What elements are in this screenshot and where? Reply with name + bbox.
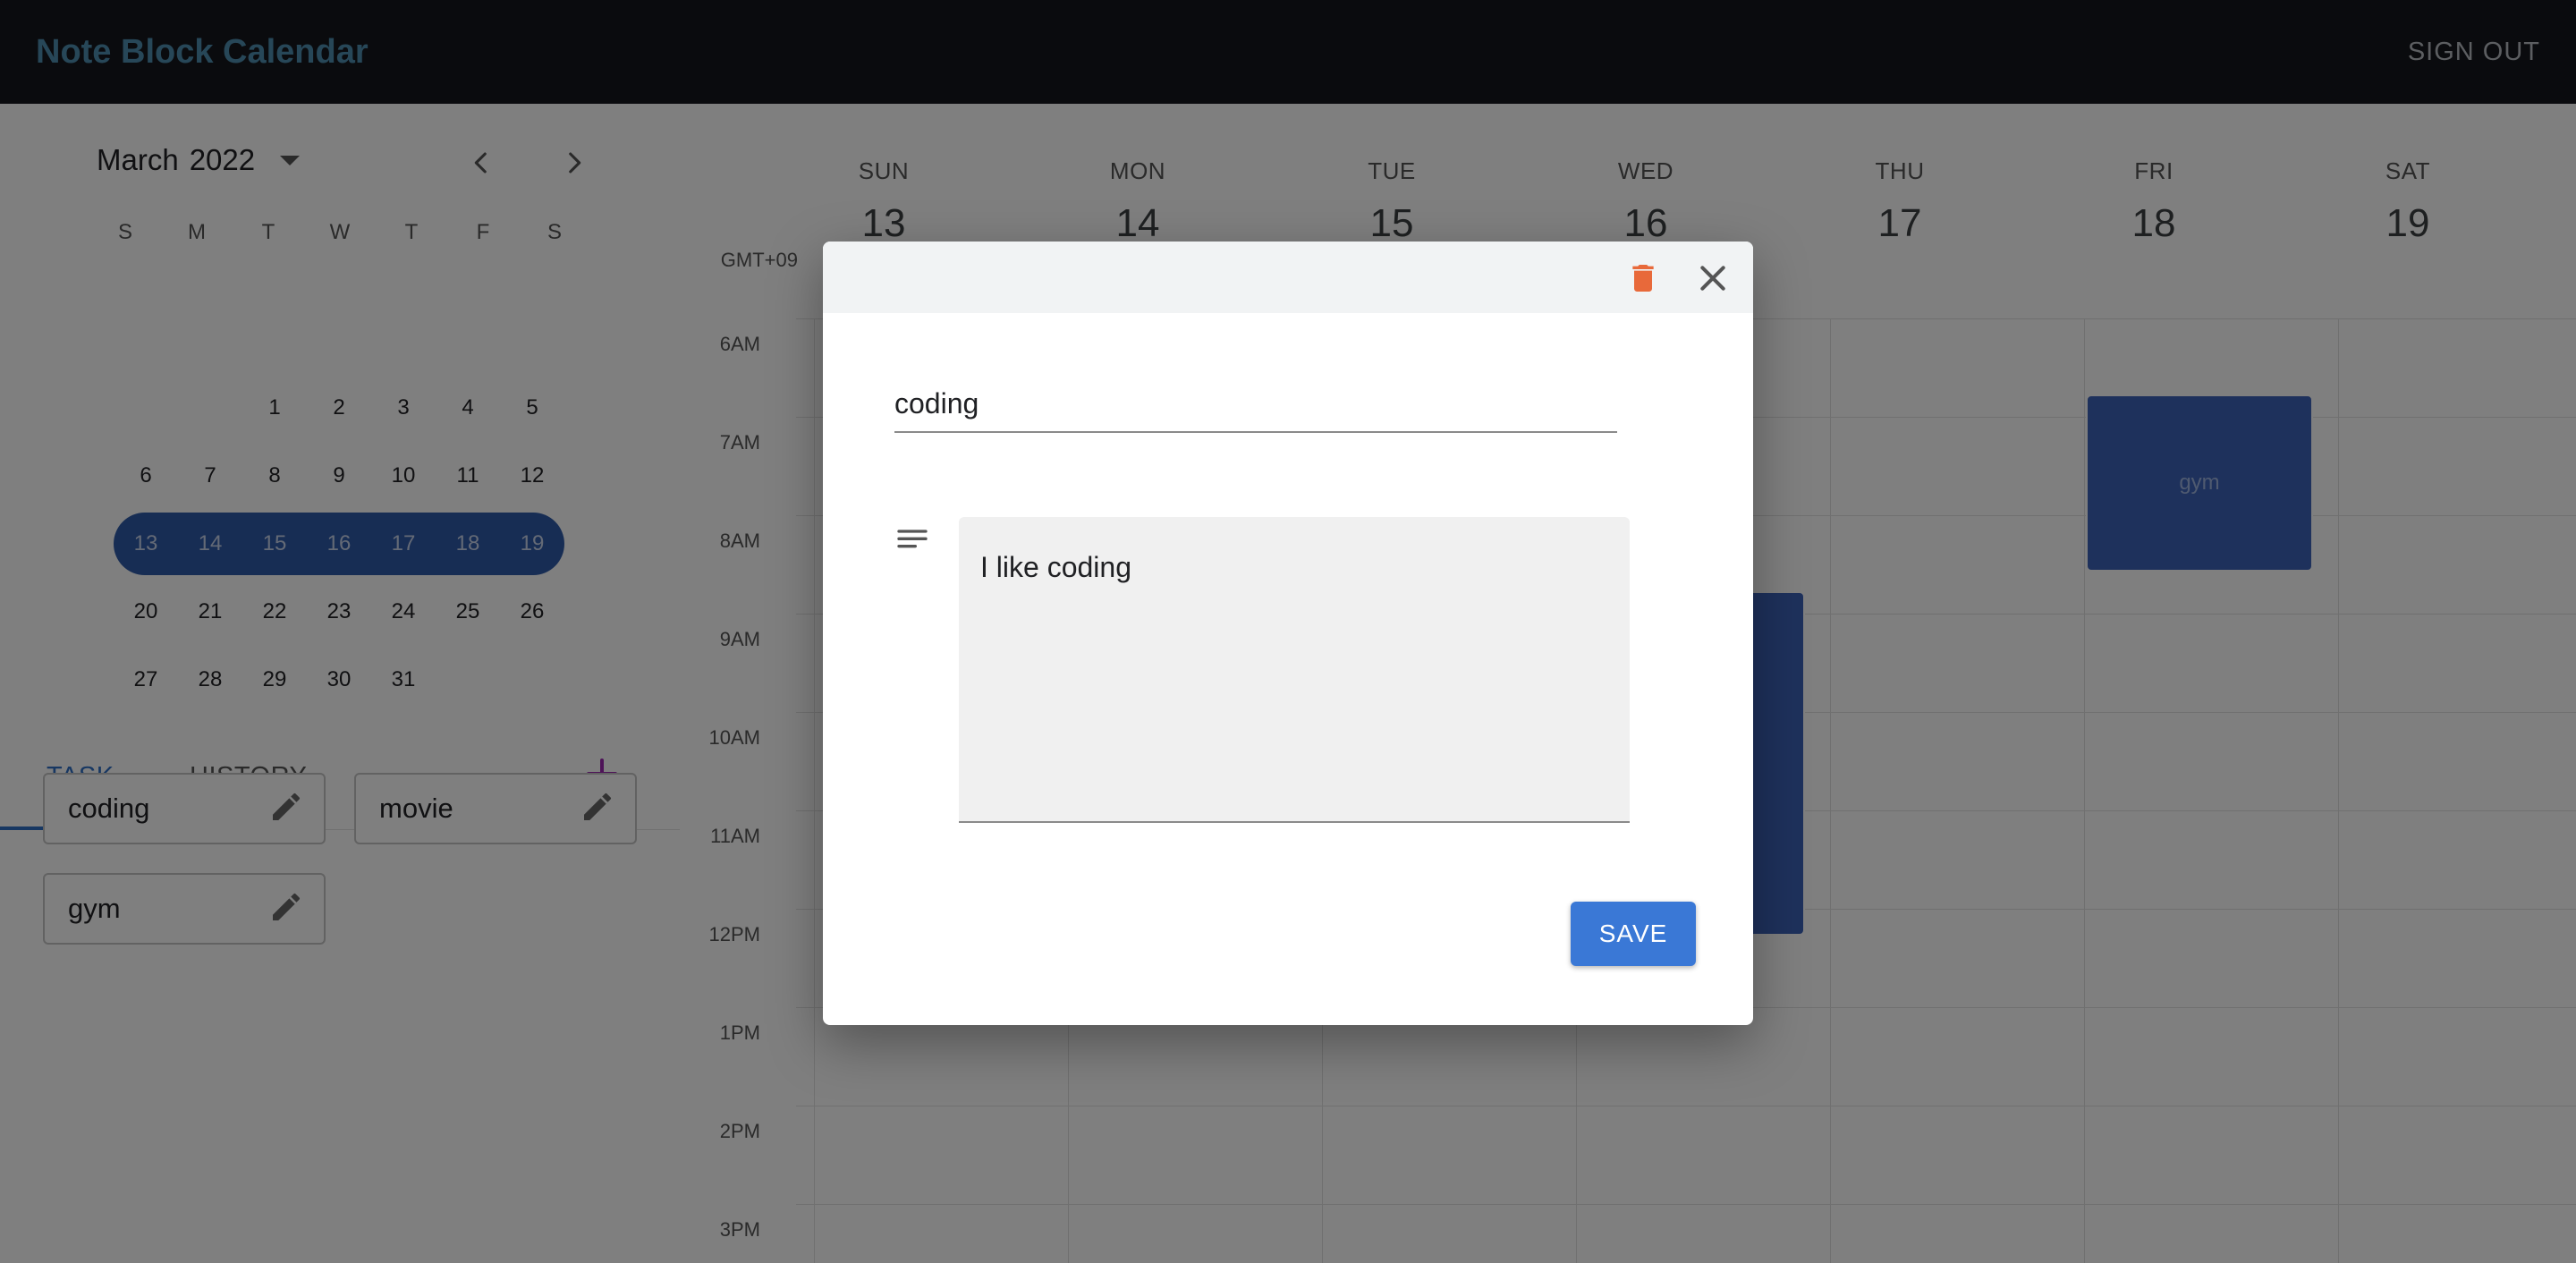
close-icon [1700,266,1725,291]
event-notes-textarea[interactable]: I like coding [959,517,1630,823]
delete-event-button[interactable] [1623,258,1664,299]
dialog-header [823,242,1753,313]
event-title-input[interactable] [894,376,1617,433]
trash-icon [1632,265,1654,292]
close-dialog-button[interactable] [1692,258,1733,299]
notes-icon [897,530,928,548]
save-button[interactable]: SAVE [1571,902,1696,966]
event-dialog: I like coding SAVE [823,242,1753,1025]
